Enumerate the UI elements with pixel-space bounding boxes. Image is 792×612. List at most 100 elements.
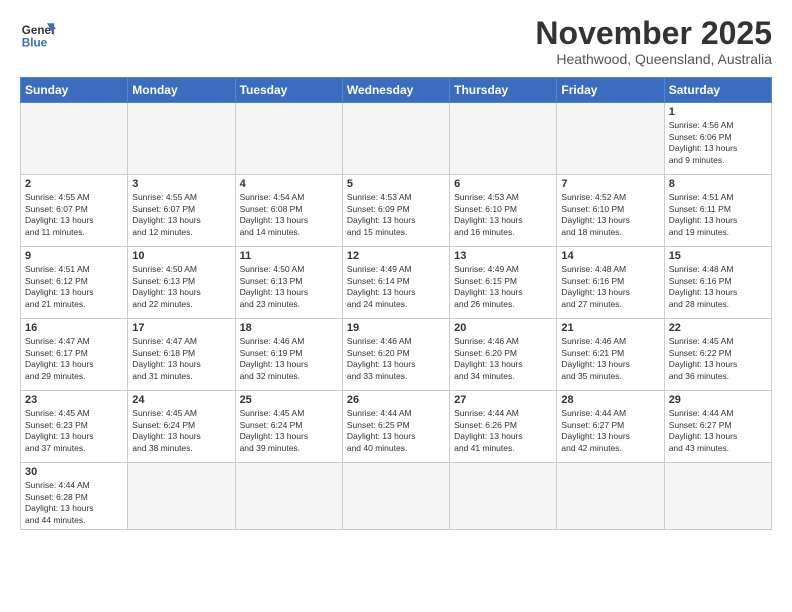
weekday-header-row: Sunday Monday Tuesday Wednesday Thursday…: [21, 78, 772, 103]
day-number: 11: [240, 250, 338, 262]
table-row: 29 Sunrise: 4:44 AM Sunset: 6:27 PM Dayli…: [664, 391, 771, 463]
day-number: 25: [240, 394, 338, 406]
table-row: 15Sunrise: 4:48 AM Sunset: 6:16 PM Dayli…: [664, 247, 771, 319]
day-info: Sunrise: 4:46 AM Sunset: 6:21 PM Dayligh…: [561, 336, 659, 382]
table-row: 3 Sunrise: 4:55 AM Sunset: 6:07 PM Daylig…: [128, 175, 235, 247]
day-number: 17: [132, 322, 230, 334]
table-row: 30Sunrise: 4:44 AM Sunset: 6:28 PM Dayli…: [21, 463, 128, 530]
day-number: 8: [669, 178, 767, 190]
day-info: Sunrise: 4:45 AM Sunset: 6:24 PM Dayligh…: [240, 408, 338, 454]
table-row: 8 Sunrise: 4:51 AM Sunset: 6:11 PM Daylig…: [664, 175, 771, 247]
table-row: [557, 103, 664, 175]
day-number: 3: [132, 178, 230, 190]
table-row: 7 Sunrise: 4:52 AM Sunset: 6:10 PM Daylig…: [557, 175, 664, 247]
day-number: 10: [132, 250, 230, 262]
day-info: Sunrise: 4:51 AM Sunset: 6:12 PM Dayligh…: [25, 264, 123, 310]
header: General Blue November 2025 Heathwood, Qu…: [20, 16, 772, 67]
table-row: 9 Sunrise: 4:51 AM Sunset: 6:12 PM Daylig…: [21, 247, 128, 319]
day-number: 1: [669, 106, 767, 118]
calendar-week-row: 2 Sunrise: 4:55 AM Sunset: 6:07 PM Daylig…: [21, 175, 772, 247]
table-row: 23 Sunrise: 4:45 AM Sunset: 6:23 PM Dayli…: [21, 391, 128, 463]
day-info: Sunrise: 4:49 AM Sunset: 6:15 PM Dayligh…: [454, 264, 552, 310]
table-row: 19 Sunrise: 4:46 AM Sunset: 6:20 PM Dayli…: [342, 319, 449, 391]
day-info: Sunrise: 4:44 AM Sunset: 6:25 PM Dayligh…: [347, 408, 445, 454]
table-row: [450, 103, 557, 175]
day-info: Sunrise: 4:46 AM Sunset: 6:19 PM Dayligh…: [240, 336, 338, 382]
generalblue-logo-icon: General Blue: [20, 16, 56, 52]
day-number: 29: [669, 394, 767, 406]
day-info: Sunrise: 4:45 AM Sunset: 6:22 PM Dayligh…: [669, 336, 767, 382]
calendar-week-row: 16 Sunrise: 4:47 AM Sunset: 6:17 PM Dayli…: [21, 319, 772, 391]
day-info: Sunrise: 4:46 AM Sunset: 6:20 PM Dayligh…: [347, 336, 445, 382]
day-info: Sunrise: 4:45 AM Sunset: 6:23 PM Dayligh…: [25, 408, 123, 454]
table-row: [664, 463, 771, 530]
table-row: [450, 463, 557, 530]
table-row: 1Sunrise: 4:56 AM Sunset: 6:06 PM Daylig…: [664, 103, 771, 175]
table-row: 22 Sunrise: 4:45 AM Sunset: 6:22 PM Dayli…: [664, 319, 771, 391]
table-row: [235, 103, 342, 175]
table-row: 5 Sunrise: 4:53 AM Sunset: 6:09 PM Daylig…: [342, 175, 449, 247]
header-friday: Friday: [557, 78, 664, 103]
header-tuesday: Tuesday: [235, 78, 342, 103]
day-number: 22: [669, 322, 767, 334]
day-number: 21: [561, 322, 659, 334]
table-row: 4Sunrise: 4:54 AM Sunset: 6:08 PM Daylig…: [235, 175, 342, 247]
day-number: 30: [25, 466, 123, 478]
title-block: November 2025 Heathwood, Queensland, Aus…: [535, 16, 772, 67]
table-row: 21 Sunrise: 4:46 AM Sunset: 6:21 PM Dayli…: [557, 319, 664, 391]
day-info: Sunrise: 4:53 AM Sunset: 6:09 PM Dayligh…: [347, 192, 445, 238]
table-row: 24Sunrise: 4:45 AM Sunset: 6:24 PM Dayli…: [128, 391, 235, 463]
day-number: 13: [454, 250, 552, 262]
day-info: Sunrise: 4:44 AM Sunset: 6:27 PM Dayligh…: [669, 408, 767, 454]
day-number: 23: [25, 394, 123, 406]
day-number: 16: [25, 322, 123, 334]
table-row: 14Sunrise: 4:48 AM Sunset: 6:16 PM Dayli…: [557, 247, 664, 319]
table-row: 13 Sunrise: 4:49 AM Sunset: 6:15 PM Dayli…: [450, 247, 557, 319]
day-info: Sunrise: 4:55 AM Sunset: 6:07 PM Dayligh…: [25, 192, 123, 238]
table-row: 2 Sunrise: 4:55 AM Sunset: 6:07 PM Daylig…: [21, 175, 128, 247]
day-info: Sunrise: 4:48 AM Sunset: 6:16 PM Dayligh…: [669, 264, 767, 310]
day-info: Sunrise: 4:49 AM Sunset: 6:14 PM Dayligh…: [347, 264, 445, 310]
table-row: 6Sunrise: 4:53 AM Sunset: 6:10 PM Daylig…: [450, 175, 557, 247]
table-row: 18 Sunrise: 4:46 AM Sunset: 6:19 PM Dayli…: [235, 319, 342, 391]
table-row: 27Sunrise: 4:44 AM Sunset: 6:26 PM Dayli…: [450, 391, 557, 463]
table-row: 10 Sunrise: 4:50 AM Sunset: 6:13 PM Dayli…: [128, 247, 235, 319]
day-info: Sunrise: 4:50 AM Sunset: 6:13 PM Dayligh…: [132, 264, 230, 310]
day-number: 26: [347, 394, 445, 406]
day-info: Sunrise: 4:44 AM Sunset: 6:26 PM Dayligh…: [454, 408, 552, 454]
day-number: 19: [347, 322, 445, 334]
day-number: 18: [240, 322, 338, 334]
table-row: [342, 463, 449, 530]
calendar-title: November 2025: [535, 16, 772, 51]
day-number: 9: [25, 250, 123, 262]
day-number: 7: [561, 178, 659, 190]
table-row: 28 Sunrise: 4:44 AM Sunset: 6:27 PM Dayli…: [557, 391, 664, 463]
day-info: Sunrise: 4:55 AM Sunset: 6:07 PM Dayligh…: [132, 192, 230, 238]
table-row: 20Sunrise: 4:46 AM Sunset: 6:20 PM Dayli…: [450, 319, 557, 391]
table-row: 26 Sunrise: 4:44 AM Sunset: 6:25 PM Dayli…: [342, 391, 449, 463]
table-row: [128, 463, 235, 530]
day-number: 28: [561, 394, 659, 406]
day-info: Sunrise: 4:47 AM Sunset: 6:18 PM Dayligh…: [132, 336, 230, 382]
table-row: 11 Sunrise: 4:50 AM Sunset: 6:13 PM Dayli…: [235, 247, 342, 319]
day-info: Sunrise: 4:44 AM Sunset: 6:27 PM Dayligh…: [561, 408, 659, 454]
calendar-week-row: 9 Sunrise: 4:51 AM Sunset: 6:12 PM Daylig…: [21, 247, 772, 319]
day-info: Sunrise: 4:47 AM Sunset: 6:17 PM Dayligh…: [25, 336, 123, 382]
day-info: Sunrise: 4:50 AM Sunset: 6:13 PM Dayligh…: [240, 264, 338, 310]
day-info: Sunrise: 4:45 AM Sunset: 6:24 PM Dayligh…: [132, 408, 230, 454]
day-info: Sunrise: 4:52 AM Sunset: 6:10 PM Dayligh…: [561, 192, 659, 238]
header-monday: Monday: [128, 78, 235, 103]
calendar-week-row: 23 Sunrise: 4:45 AM Sunset: 6:23 PM Dayli…: [21, 391, 772, 463]
table-row: 16 Sunrise: 4:47 AM Sunset: 6:17 PM Dayli…: [21, 319, 128, 391]
day-number: 14: [561, 250, 659, 262]
table-row: [21, 103, 128, 175]
day-number: 4: [240, 178, 338, 190]
table-row: 17 Sunrise: 4:47 AM Sunset: 6:18 PM Dayli…: [128, 319, 235, 391]
day-number: 5: [347, 178, 445, 190]
day-info: Sunrise: 4:51 AM Sunset: 6:11 PM Dayligh…: [669, 192, 767, 238]
table-row: [128, 103, 235, 175]
svg-text:Blue: Blue: [22, 37, 48, 50]
header-wednesday: Wednesday: [342, 78, 449, 103]
day-number: 2: [25, 178, 123, 190]
header-saturday: Saturday: [664, 78, 771, 103]
